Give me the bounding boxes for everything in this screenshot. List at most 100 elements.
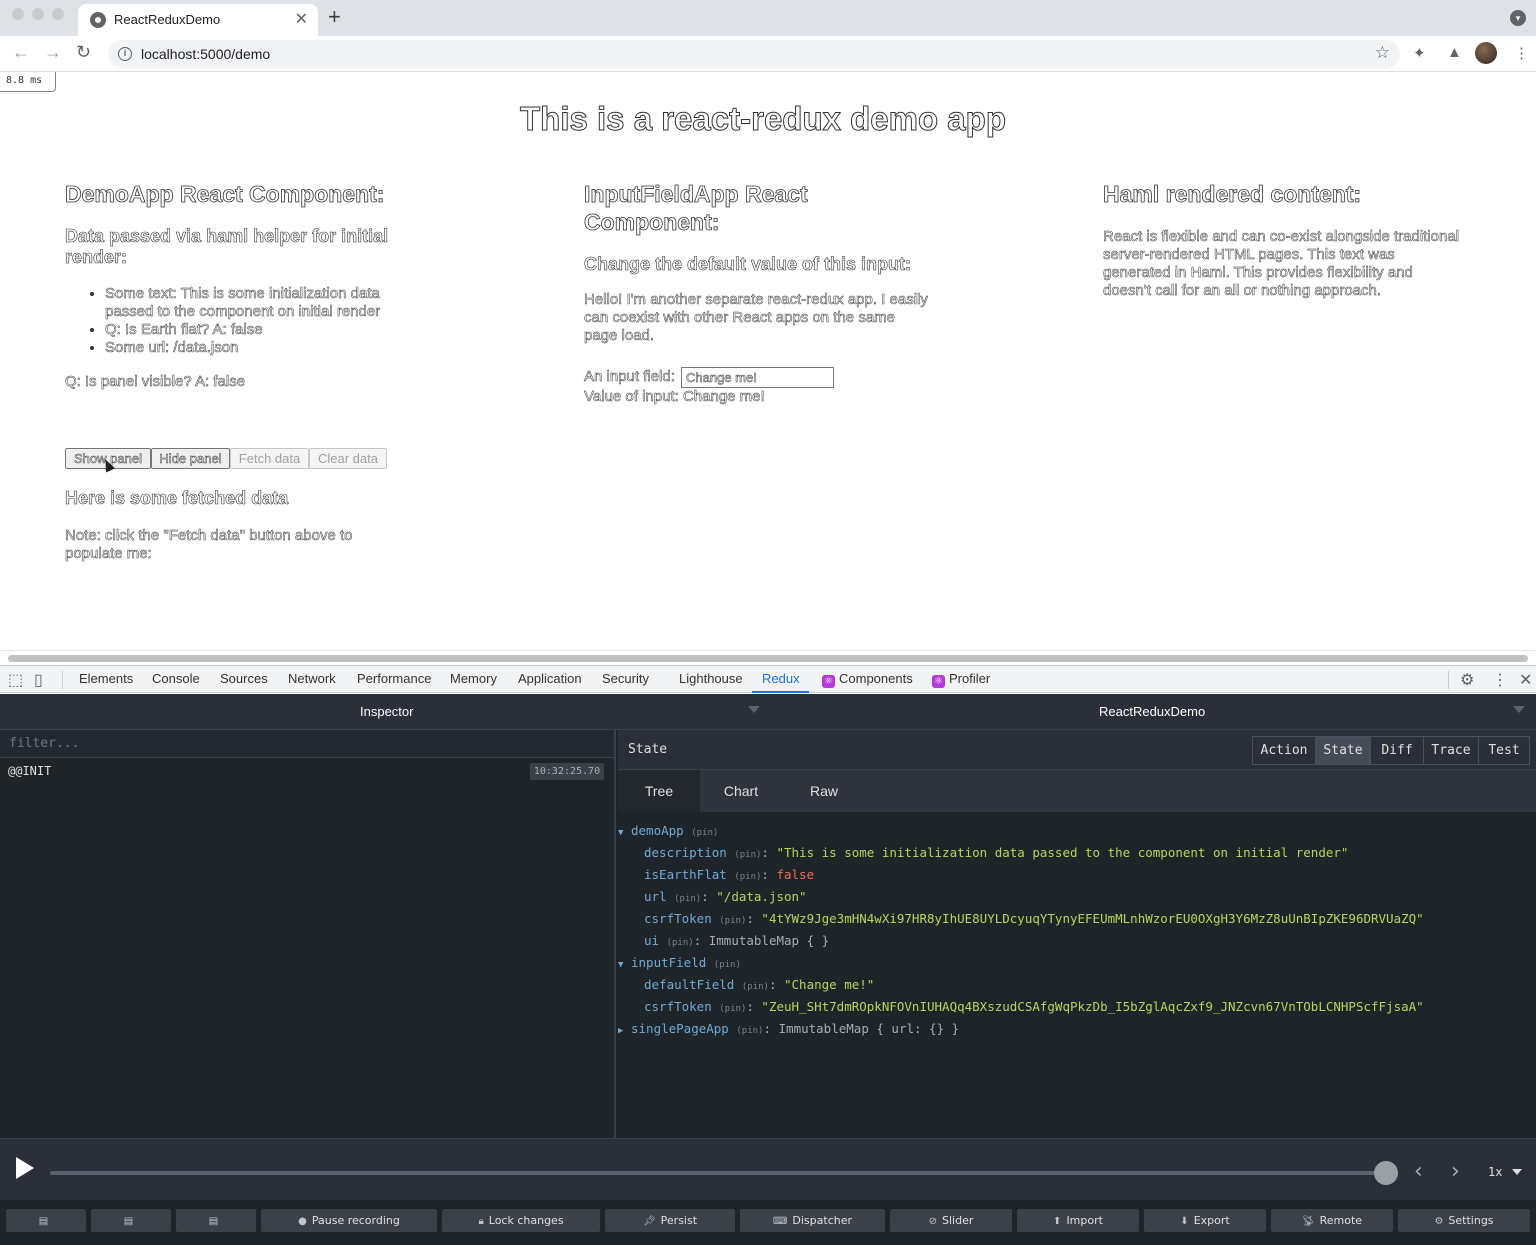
browser-tab-strip: ReactReduxDemo ✕ + ▾ [0, 0, 1536, 36]
settings-button[interactable]: ⚙ Settings [1398, 1209, 1530, 1232]
expand-arrow-icon[interactable]: ▼ [618, 824, 631, 842]
horizontal-scrollbar[interactable] [0, 650, 1536, 665]
action-filter-input[interactable]: filter... [0, 730, 614, 758]
tree-node-demoapp[interactable]: ▼ demoApp (pin) [618, 822, 718, 840]
tab-tree[interactable]: Tree [618, 770, 700, 812]
tab-sources[interactable]: Sources [220, 671, 268, 686]
dispatcher-button[interactable]: ⌨ Dispatcher [740, 1209, 885, 1232]
instance-selector[interactable]: ReactReduxDemo [1099, 704, 1205, 719]
slider-handle[interactable] [1374, 1161, 1398, 1185]
tab-search-icon[interactable]: ▾ [1510, 10, 1526, 26]
tab-console[interactable]: Console [152, 671, 200, 686]
export-button[interactable]: ⬇ Export [1144, 1209, 1266, 1232]
extension-pin-icon[interactable]: ▲ [1447, 44, 1462, 61]
window-close-control[interactable] [12, 8, 24, 20]
close-devtools-icon[interactable]: ✕ [1519, 670, 1532, 690]
step-back-icon[interactable]: ‹ [1414, 1159, 1423, 1184]
layout-right-button[interactable]: ▤ [91, 1209, 171, 1232]
expand-arrow-icon[interactable]: ▼ [618, 956, 631, 974]
lock-changes-button[interactable]: 🔒︎ Lock changes [442, 1209, 600, 1232]
persist-button[interactable]: 📌︎ Persist [605, 1209, 735, 1232]
bookmark-star-icon[interactable]: ☆ [1375, 43, 1390, 63]
layout-bottom-button[interactable]: ▤ [176, 1209, 256, 1232]
address-bar[interactable]: i localhost:5000/demo ☆ [108, 40, 1400, 68]
fetch-data-button[interactable]: Fetch data [230, 448, 309, 469]
tab-memory[interactable]: Memory [450, 671, 497, 686]
slider-button[interactable]: ⊘ Slider [890, 1209, 1012, 1232]
keyboard-icon: ⌨ [772, 1216, 788, 1227]
pause-recording-button[interactable]: ● Pause recording [261, 1209, 437, 1232]
clear-data-button[interactable]: Clear data [309, 448, 387, 469]
input-field-app-section: InputFieldApp React Component: Change th… [584, 180, 929, 345]
tab-performance[interactable]: Performance [357, 671, 431, 686]
profile-avatar[interactable] [1475, 42, 1497, 64]
window-zoom-control[interactable] [52, 8, 64, 20]
forward-icon[interactable]: → [44, 42, 62, 63]
import-button[interactable]: ⬆ Import [1017, 1209, 1139, 1232]
inspect-element-icon[interactable]: ⬚ [8, 670, 23, 690]
page-title: This is a react-redux demo app [520, 100, 1007, 138]
tab-close-icon[interactable]: ✕ [295, 9, 308, 29]
active-tab-indicator [752, 691, 809, 693]
panel-visible-text: Q: Is panel visible? A: false [65, 373, 246, 391]
tree-node-singlepageapp[interactable]: ▶ singlePageApp (pin): ImmutableMap { url… [618, 1020, 959, 1038]
back-icon[interactable]: ← [12, 42, 30, 63]
tab-network[interactable]: Network [288, 671, 336, 686]
layout-icon: ▤ [123, 1216, 134, 1227]
tab-chart[interactable]: Chart [700, 770, 782, 812]
action-timestamp: 10:32:25.70 [530, 763, 604, 780]
hide-panel-button[interactable]: Hide panel [151, 448, 230, 469]
demo-app-section: DemoApp React Component: Data passed via… [65, 180, 410, 391]
browser-menu-icon[interactable]: ⋮ [1514, 44, 1529, 62]
demo-app-heading: DemoApp React Component: [65, 181, 385, 208]
fetch-note: Note: click the "Fetch data" button abov… [65, 527, 353, 563]
gear-icon: ⚙ [1434, 1216, 1444, 1227]
pause-icon: ● [298, 1216, 307, 1227]
site-info-icon[interactable]: i [118, 47, 132, 61]
divider [62, 671, 63, 689]
url-text[interactable]: localhost:5000/demo [141, 46, 270, 62]
device-toolbar-icon[interactable]: ▯ [34, 670, 43, 690]
tab-components[interactable]: ⚛ Components [822, 671, 913, 688]
tab-lighthouse[interactable]: Lighthouse [679, 671, 743, 686]
tab-profiler[interactable]: ⚛ Profiler [932, 671, 990, 688]
tree-node: description (pin): "This is some initial… [644, 845, 1349, 860]
chevron-down-icon[interactable] [748, 706, 760, 713]
action-list-pane: filter... @@INIT 10:32:25.70 [0, 730, 616, 1138]
slider-icon: ⊘ [928, 1216, 937, 1227]
tree-node: csrfToken (pin): "4tYWz9Jge3mHN4wXi97HR8… [644, 911, 1424, 926]
chevron-down-icon[interactable] [1513, 706, 1525, 713]
tab-state[interactable]: State [1315, 736, 1371, 765]
tab-raw[interactable]: Raw [783, 770, 865, 812]
slider-track[interactable] [50, 1171, 1386, 1175]
window-minimize-control[interactable] [32, 8, 44, 20]
action-list-item[interactable]: @@INIT 10:32:25.70 [0, 758, 614, 786]
layout-icon: ▤ [208, 1216, 219, 1227]
remote-button[interactable]: 📡︎ Remote [1271, 1209, 1393, 1232]
settings-gear-icon[interactable]: ⚙ [1460, 670, 1474, 690]
more-options-icon[interactable]: ⋮ [1492, 670, 1508, 690]
broadcast-icon: 📡︎ [1301, 1216, 1315, 1227]
tab-elements[interactable]: Elements [79, 671, 133, 686]
tab-diff[interactable]: Diff [1370, 736, 1424, 765]
step-forward-icon[interactable]: › [1451, 1159, 1460, 1184]
tab-trace[interactable]: Trace [1423, 736, 1479, 765]
state-view-tabs: Tree Chart Raw [618, 770, 1536, 812]
tab-application[interactable]: Application [518, 671, 582, 686]
reload-icon[interactable]: ↻ [76, 42, 91, 63]
tab-security[interactable]: Security [602, 671, 649, 686]
extensions-icon[interactable]: ✦ [1413, 44, 1426, 62]
monitor-selector[interactable]: Inspector [360, 704, 413, 719]
input-field-label: An input field: [584, 368, 675, 386]
speed-select[interactable]: 1x [1480, 1159, 1530, 1185]
tab-redux[interactable]: Redux [762, 671, 800, 686]
layout-left-button[interactable]: ▤ [6, 1209, 86, 1232]
browser-tab[interactable]: ReactReduxDemo ✕ [78, 4, 318, 36]
tree-node-inputfield[interactable]: ▼ inputField (pin) [618, 954, 741, 972]
tab-action[interactable]: Action [1252, 736, 1316, 765]
expand-arrow-icon[interactable]: ▶ [618, 1022, 631, 1040]
tab-test[interactable]: Test [1478, 736, 1530, 765]
default-value-input[interactable] [681, 367, 834, 388]
new-tab-icon[interactable]: + [328, 4, 341, 30]
play-icon[interactable] [16, 1157, 34, 1179]
